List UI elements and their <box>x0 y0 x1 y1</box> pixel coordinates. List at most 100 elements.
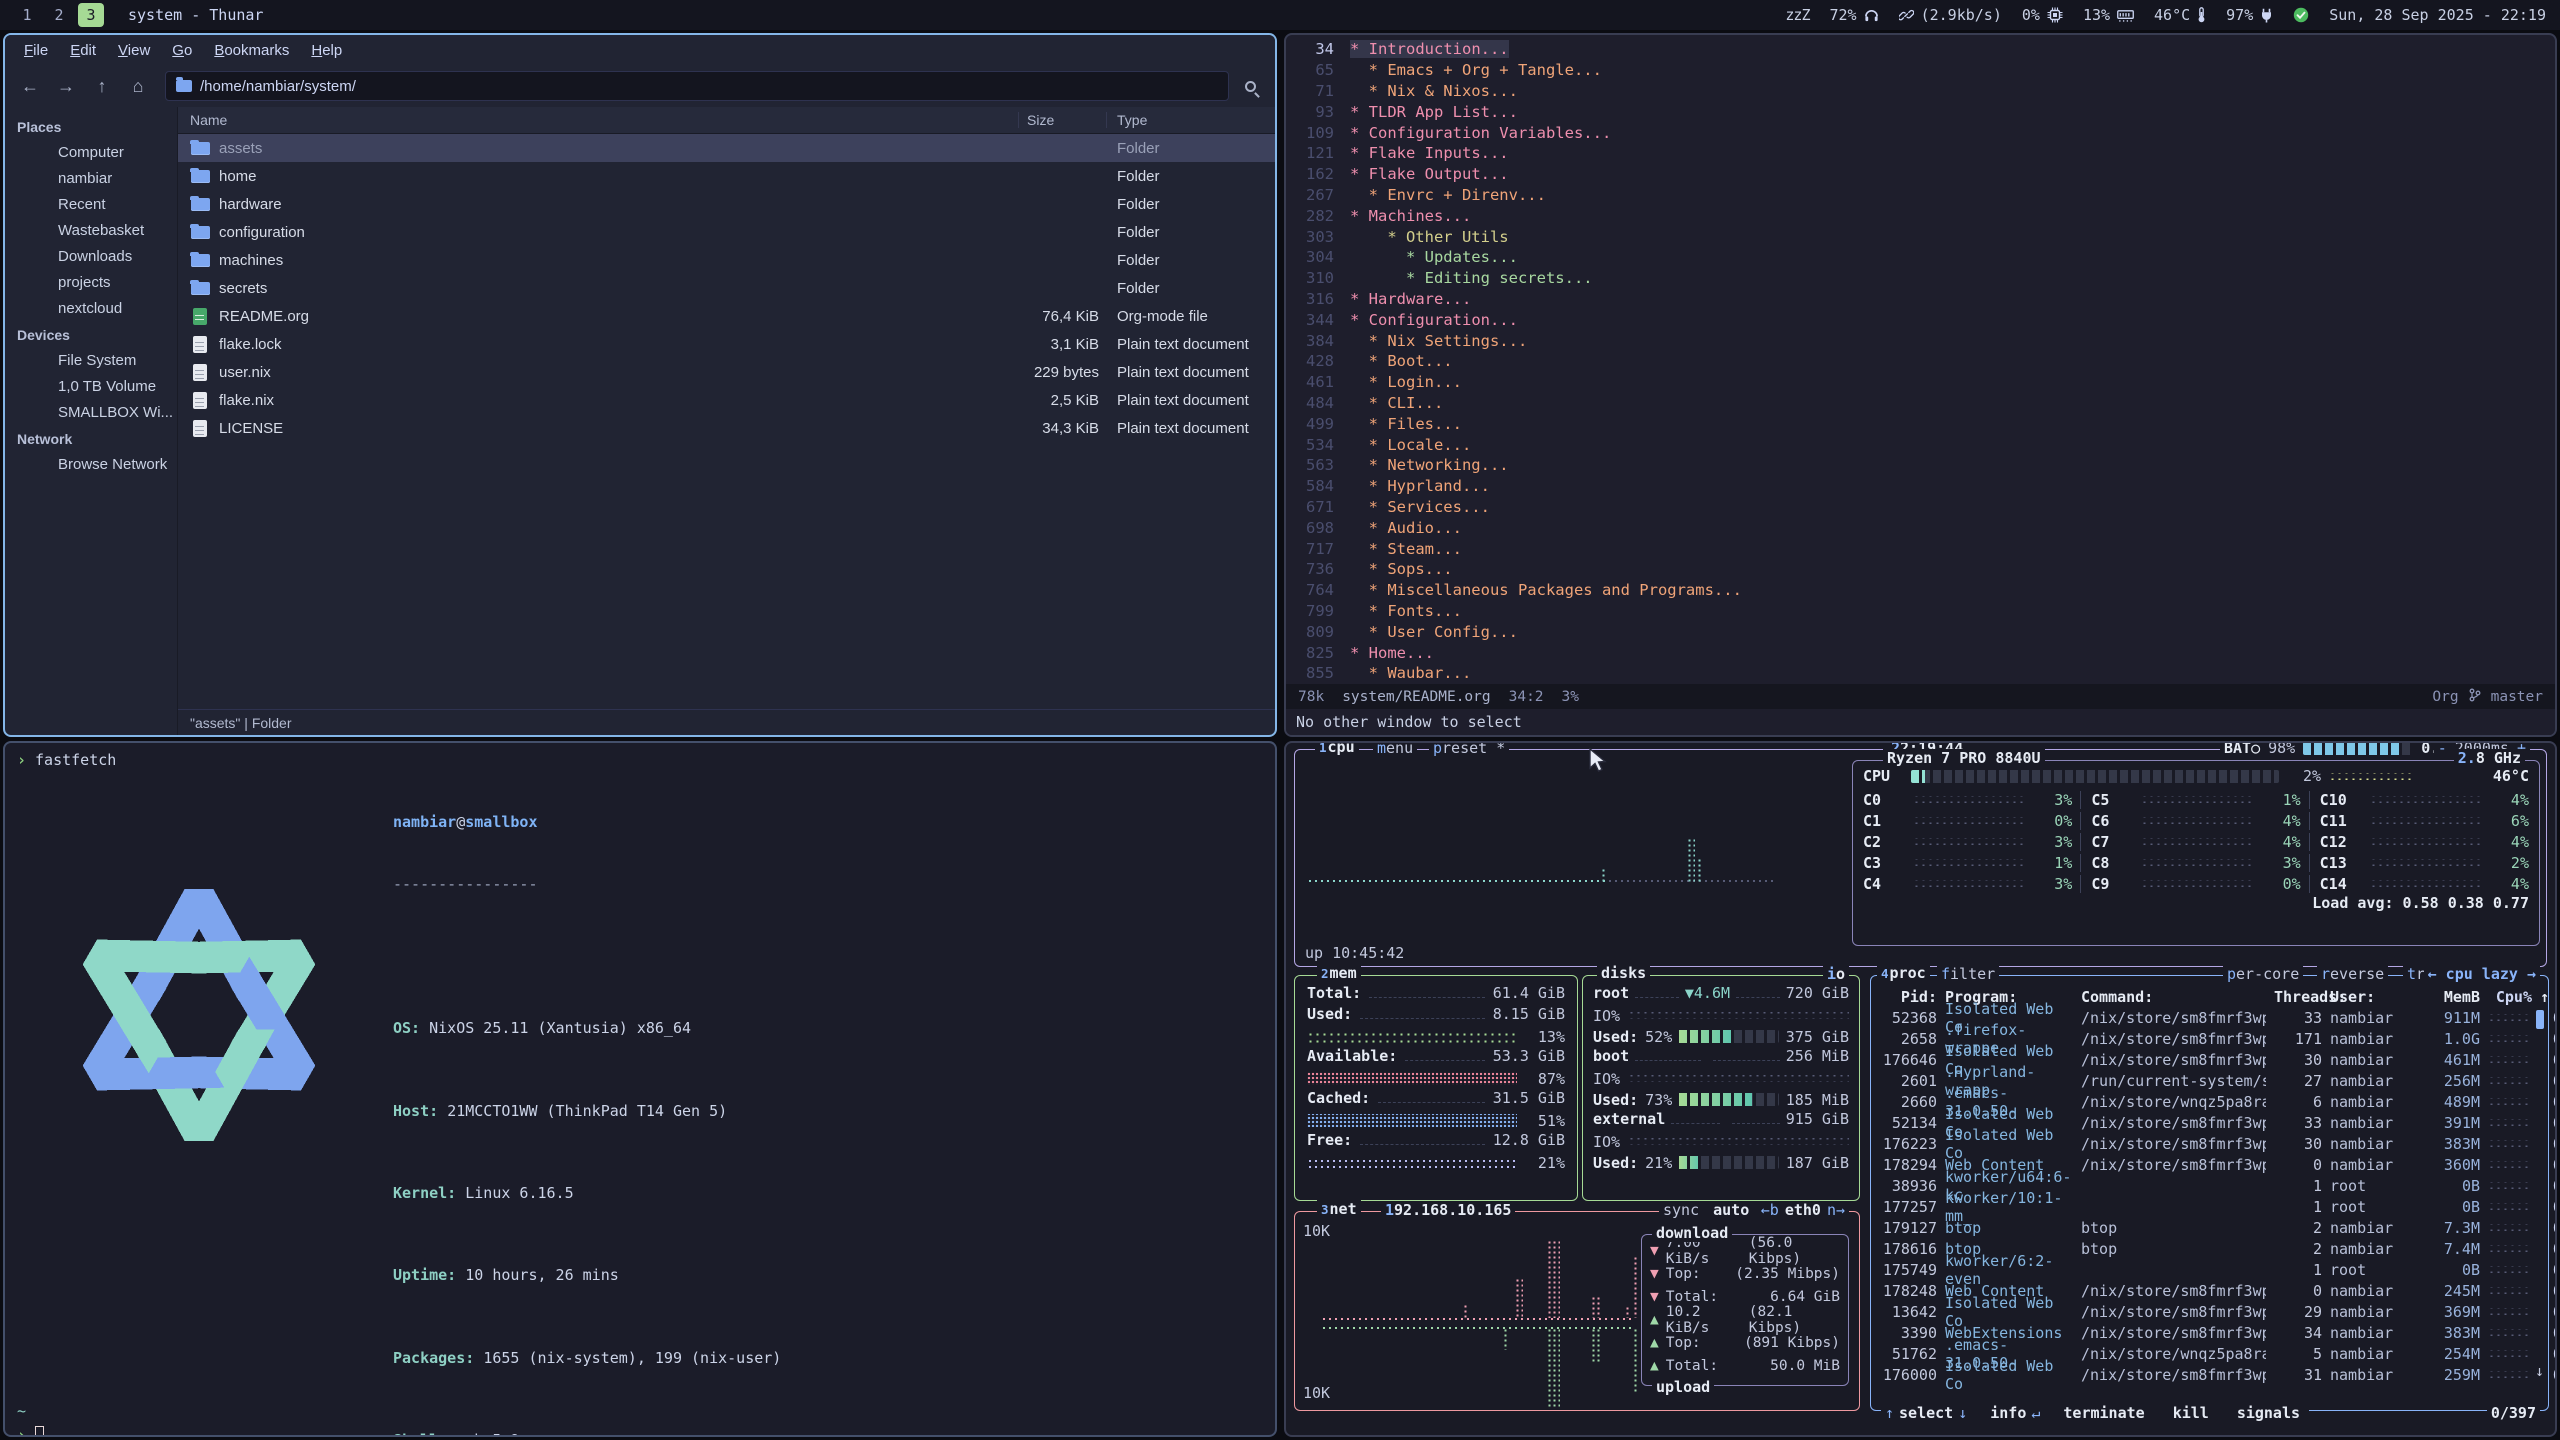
file-row[interactable]: secrets Folder <box>178 274 1275 302</box>
proc-header-pid[interactable]: Pid: <box>1879 988 1937 1006</box>
network-section-label: Network <box>5 425 177 451</box>
column-header-size[interactable]: Size <box>1019 112 1107 128</box>
up-button[interactable]: ↑ <box>87 71 117 101</box>
file-row[interactable]: assets Folder <box>178 134 1275 162</box>
net-sync-button[interactable]: sync <box>1663 1201 1699 1219</box>
network-module[interactable]: (2.9kb/s) <box>1899 6 2002 24</box>
mem-box-title[interactable]: 2mem <box>1317 964 1361 982</box>
proc-header-user[interactable]: User: <box>2330 988 2410 1006</box>
sidebar-item[interactable]: Recent <box>5 191 177 217</box>
sidebar-item[interactable]: SMALLBOX Wi... <box>5 399 177 425</box>
sidebar-item[interactable]: 1,0 TB Volume <box>5 373 177 399</box>
file-row[interactable]: flake.lock 3,1 KiB Plain text document <box>178 330 1275 358</box>
proc-footer-key[interactable]: ↑ select ↓ <box>1885 1404 1967 1422</box>
per-core-button[interactable]: per-core <box>2223 965 2303 983</box>
process-row[interactable]: 13642 Isolated Web Co /nix/store/sm8fmrf… <box>1879 1301 2540 1322</box>
net-next-iface-button[interactable]: n→ <box>1827 1201 1845 1219</box>
process-row[interactable]: 175749 kworker/6:2-even 1 root 0B 0.0 <box>1879 1259 2540 1280</box>
sidebar-item[interactable]: Browse Network <box>5 451 177 477</box>
proc-footer-key[interactable]: info ↵ <box>1985 1404 2040 1422</box>
proc-cpu-graph <box>2488 1287 2532 1294</box>
file-row[interactable]: README.org 76,4 KiB Org-mode file <box>178 302 1275 330</box>
cpu-module[interactable]: 13% <box>2083 6 2134 24</box>
process-row[interactable]: 177257 kworker/10:1-mm_ 1 root 0B 0.0 <box>1879 1196 2540 1217</box>
net-auto-button[interactable]: auto <box>1713 1201 1749 1219</box>
sidebar-item[interactable]: nextcloud <box>5 295 177 321</box>
file-row[interactable]: user.nix 229 bytes Plain text document <box>178 358 1275 386</box>
workspace-button[interactable]: 1 <box>14 3 40 27</box>
org-heading-line: 736 * Sops... <box>1286 559 2555 580</box>
battery-module[interactable]: 97% <box>2226 6 2273 24</box>
sidebar-item[interactable]: projects <box>5 269 177 295</box>
io-mode-button[interactable]: io <box>1823 965 1849 983</box>
mem-graph <box>1307 1114 1517 1127</box>
menu-item[interactable]: Help <box>302 39 351 62</box>
file-row[interactable]: machines Folder <box>178 246 1275 274</box>
proc-header-cpu[interactable]: Cpu% <box>2488 988 2532 1006</box>
proc-box-title[interactable]: 4proc <box>1877 964 1930 982</box>
core-row: C31% C83% C132% <box>1863 852 2529 873</box>
file-row[interactable]: home Folder <box>178 162 1275 190</box>
file-icon <box>190 391 210 409</box>
menu-item[interactable]: File <box>15 39 57 62</box>
sidebar-item[interactable]: Computer <box>5 139 177 165</box>
column-header-name[interactable]: Name <box>178 112 1019 128</box>
net-prev-iface-button[interactable]: ←b <box>1761 1201 1779 1219</box>
path-bar[interactable]: /home/nambiar/system/ <box>165 71 1229 101</box>
disk-entry: boot 256 MiB IO% Used: 73% <box>1593 1047 1849 1110</box>
net-box-title[interactable]: 3net <box>1317 1200 1361 1218</box>
sidebar-item[interactable]: File System <box>5 347 177 373</box>
workspace-button[interactable]: 2 <box>46 3 72 27</box>
sidebar-item[interactable]: Downloads <box>5 243 177 269</box>
proc-header-command[interactable]: Command: <box>2081 988 2266 1006</box>
cpu-model: Ryzen 7 PRO 8840U <box>1883 749 2045 767</box>
process-row[interactable]: 176000 Isolated Web Co /nix/store/sm8fmr… <box>1879 1364 2540 1385</box>
filter-button[interactable]: filter <box>1937 965 1999 983</box>
clock-module[interactable]: Sun, 28 Sep 2025 - 22:19 <box>2329 6 2546 24</box>
menu-item[interactable]: Go <box>163 39 201 62</box>
org-heading: * Hardware... <box>1350 290 1471 308</box>
file-row[interactable]: flake.nix 2,5 KiB Plain text document <box>178 386 1275 414</box>
sidebar-item-icon <box>31 195 49 213</box>
gpu-module[interactable]: 0% <box>2022 6 2063 24</box>
volume-module[interactable]: 72% <box>1830 6 1879 24</box>
interval-decrease[interactable]: - <box>2438 741 2447 757</box>
reverse-button[interactable]: reverse <box>2317 965 2388 983</box>
home-button[interactable]: ⌂ <box>123 71 153 101</box>
proc-footer-key[interactable]: terminate <box>2058 1404 2149 1422</box>
file-row[interactable]: hardware Folder <box>178 190 1275 218</box>
menu-button[interactable]: menu <box>1373 741 1417 757</box>
org-heading-line: 855 * Waubar... <box>1286 663 2555 684</box>
menu-item[interactable]: Bookmarks <box>205 39 298 62</box>
proc-footer-key[interactable]: signals <box>2232 1404 2305 1422</box>
menu-item[interactable]: Edit <box>61 39 105 62</box>
sidebar-item[interactable]: nambiar <box>5 165 177 191</box>
idle-inhibitor[interactable]: zzZ <box>1785 6 1809 24</box>
file-row[interactable]: LICENSE 34,3 KiB Plain text document <box>178 414 1275 442</box>
process-row[interactable]: 176223 Isolated Web Co /nix/store/sm8fmr… <box>1879 1133 2540 1154</box>
org-heading-line: 267 * Envrc + Direnv... <box>1286 185 2555 206</box>
thunar-menubar: File Edit View Go Bookmarks Help <box>5 35 1275 65</box>
proc-cpu-graph <box>2488 1350 2532 1357</box>
preset-button[interactable]: preset * <box>1429 741 1509 757</box>
disks-box-title[interactable]: disks <box>1597 964 1650 982</box>
workspace-button[interactable]: 3 <box>78 3 104 27</box>
menu-item[interactable]: View <box>109 39 159 62</box>
back-button[interactable]: ← <box>15 71 45 101</box>
forward-button[interactable]: → <box>51 71 81 101</box>
systemd-status-module[interactable] <box>2293 7 2309 23</box>
column-header-type[interactable]: Type <box>1107 112 1275 128</box>
file-row[interactable]: configuration Folder <box>178 218 1275 246</box>
sidebar-item[interactable]: Wastebasket <box>5 217 177 243</box>
proc-footer-key[interactable]: kill <box>2168 1404 2214 1422</box>
sort-column-control[interactable]: ← cpu lazy → <box>2424 965 2540 983</box>
temperature-module[interactable]: 46°C <box>2154 6 2206 24</box>
search-button[interactable] <box>1235 71 1265 101</box>
headphones-icon <box>1864 8 1879 23</box>
proc-scrollbar-thumb[interactable] <box>2536 1010 2544 1029</box>
line-number: 282 <box>1286 207 1334 225</box>
process-row[interactable]: 179127 btop btop 2 nambiar 7.3M 0.0 <box>1879 1217 2540 1238</box>
proc-header-threads[interactable]: Threads: <box>2274 988 2322 1006</box>
cpu-box-title[interactable]: 1cpu <box>1315 741 1359 756</box>
proc-header-mem[interactable]: MemB <box>2418 988 2480 1006</box>
